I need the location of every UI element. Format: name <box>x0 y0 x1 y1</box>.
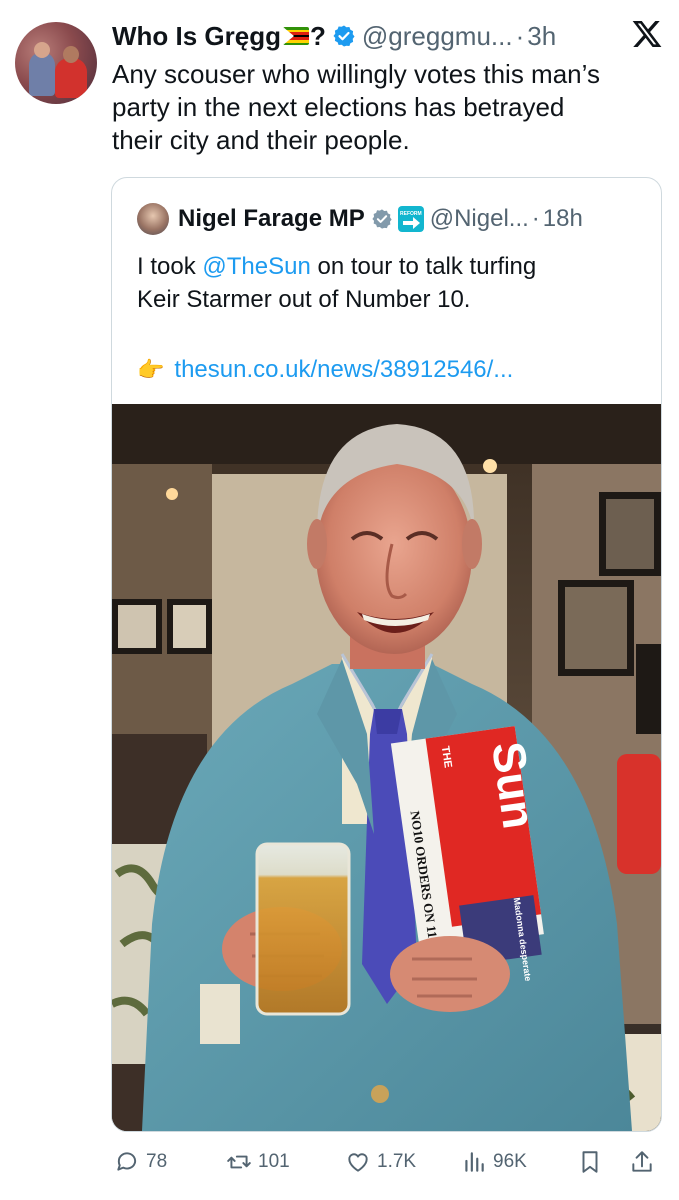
quoted-text-prefix: I took <box>137 253 203 280</box>
reform-uk-badge-icon: REFORM <box>397 206 424 232</box>
tweet-action-bar: 78 101 1.7K 96K <box>0 1145 679 1179</box>
retweet-button[interactable]: 101 <box>226 1145 290 1179</box>
pointing-hand-icon: 👉 <box>137 357 165 382</box>
quoted-author-avatar[interactable] <box>137 203 169 235</box>
quoted-tweet-timestamp[interactable]: 18h <box>543 205 583 233</box>
tweet-text-line: party in the next elections has betrayed <box>112 92 565 122</box>
bookmark-icon <box>582 1151 598 1173</box>
views-icon <box>465 1152 484 1172</box>
farage-photo-illustration: Sun THE NO10 ORDERS ON 11 Madonna desper… <box>112 404 661 1131</box>
quoted-tweet-link[interactable]: 👉 thesun.co.uk/news/38912546/... <box>137 356 513 384</box>
reply-count: 78 <box>146 1151 168 1172</box>
reform-badge-text: REFORM <box>400 211 422 217</box>
retweet-icon <box>227 1155 251 1169</box>
tweet-text-line: Any scouser who willingly votes this man… <box>112 59 600 89</box>
reply-button[interactable]: 78 <box>114 1145 167 1179</box>
separator-dot: · <box>531 205 540 232</box>
quoted-tweet[interactable]: Nigel Farage MP REFORM @Nigel... · 18h I… <box>111 177 662 1132</box>
views-button[interactable]: 96K <box>461 1145 527 1179</box>
reply-icon <box>117 1152 137 1171</box>
like-count: 1.7K <box>377 1151 417 1172</box>
share-button[interactable] <box>629 1145 661 1179</box>
author-name[interactable]: Who Is Gręgg <box>112 21 281 52</box>
author-avatar[interactable] <box>15 22 97 104</box>
share-icon <box>632 1151 652 1172</box>
bookmark-button[interactable] <box>577 1145 609 1179</box>
tweet-photo[interactable]: Sun THE NO10 ORDERS ON 11 Madonna desper… <box>112 404 661 1131</box>
author-handle[interactable]: @greggmu... <box>362 21 513 52</box>
quoted-tweet-text: I took @TheSun on tour to talk turfing K… <box>137 250 647 316</box>
quoted-text-suffix: on tour to talk turfing <box>310 253 537 280</box>
views-count: 96K <box>493 1151 527 1172</box>
verified-badge-icon <box>333 25 355 47</box>
quoted-text-line: I took @TheSun on tour to talk turfing <box>137 250 647 283</box>
tweet-text-line: their city and their people. <box>112 125 410 155</box>
grey-verified-badge-icon <box>372 209 392 229</box>
like-icon <box>348 1153 368 1172</box>
tweet-header: Who Is Gręgg ? @greggmu... · 3h <box>112 20 556 52</box>
quoted-text-line: Keir Starmer out of Number 10. <box>137 286 471 313</box>
like-button[interactable]: 1.7K <box>345 1145 416 1179</box>
quoted-author-name[interactable]: Nigel Farage MP <box>178 205 365 233</box>
zimbabwe-flag-icon <box>283 27 309 45</box>
separator-dot: · <box>515 20 525 51</box>
retweet-count: 101 <box>258 1151 290 1172</box>
tweet-text: Any scouser who willingly votes this man… <box>112 58 662 157</box>
quoted-tweet-header: Nigel Farage MP REFORM @Nigel... · 18h <box>137 202 583 236</box>
article-link[interactable]: thesun.co.uk/news/38912546/... <box>174 356 513 384</box>
tweet-timestamp[interactable]: 3h <box>527 21 556 52</box>
mention-link[interactable]: @TheSun <box>202 253 310 280</box>
x-logo-icon[interactable] <box>631 18 663 50</box>
author-name-suffix: ? <box>310 20 326 51</box>
quoted-author-handle[interactable]: @Nigel... <box>430 205 529 233</box>
